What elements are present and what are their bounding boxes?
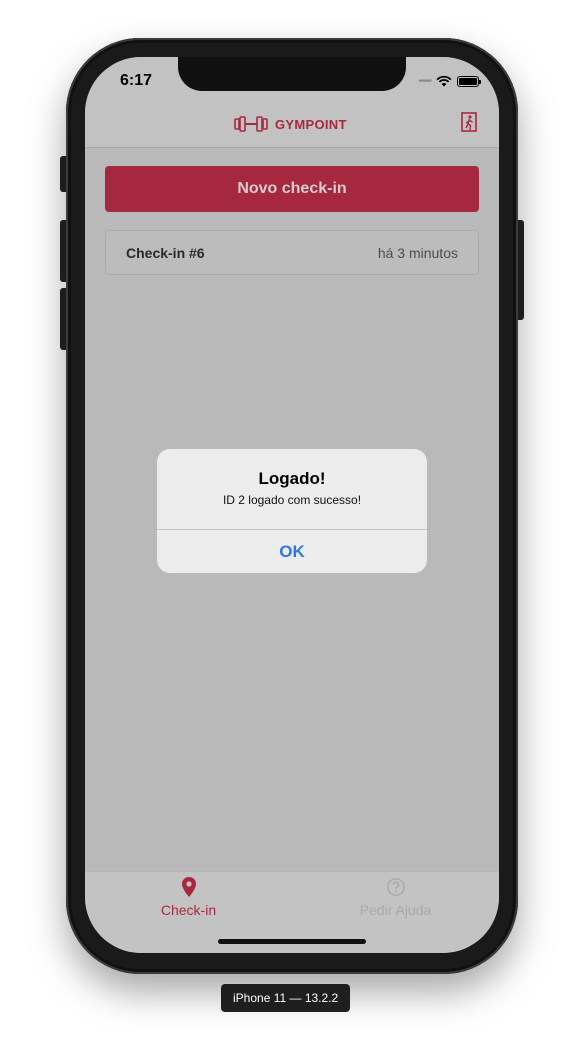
new-checkin-button[interactable]: Novo check-in bbox=[105, 166, 479, 212]
tab-checkin[interactable]: Check-in bbox=[85, 876, 292, 918]
alert-message: ID 2 logado com sucesso! bbox=[222, 493, 362, 507]
app-header: 6:17 ••••• GYMPOINT bbox=[85, 57, 499, 148]
tab-checkin-label: Check-in bbox=[160, 902, 217, 918]
notch bbox=[178, 57, 406, 91]
battery-icon bbox=[457, 75, 481, 87]
alert-title: Logado! bbox=[258, 469, 326, 488]
help-circle-icon bbox=[386, 878, 405, 896]
alert-ok-button[interactable]: OK bbox=[157, 530, 427, 573]
alert-dialog: Logado! ID 2 logado com sucesso! OK bbox=[157, 449, 427, 573]
brand-name: GYMPOINT bbox=[275, 116, 347, 132]
screen: 6:17 ••••• GYMPOINT Novo check-in Check-… bbox=[85, 57, 499, 953]
home-indicator[interactable] bbox=[218, 939, 366, 944]
tab-help-label: Pedir Ajuda bbox=[359, 902, 432, 918]
wifi-icon bbox=[436, 75, 452, 87]
exit-door-icon[interactable] bbox=[461, 112, 479, 132]
checkin-list-item: Check-in #6 há 3 minutos bbox=[105, 230, 479, 275]
dumbbell-icon bbox=[234, 116, 268, 132]
tab-help[interactable]: Pedir Ajuda bbox=[292, 876, 499, 918]
device-label: iPhone 11 — 13.2.2 bbox=[221, 984, 351, 1012]
checkin-time: há 3 minutos bbox=[377, 244, 458, 261]
status-icons: ••••• bbox=[418, 75, 481, 87]
brand-logo: GYMPOINT bbox=[233, 115, 347, 133]
map-pin-icon bbox=[181, 877, 196, 897]
status-time: 6:17 bbox=[120, 72, 153, 89]
checkin-title: Check-in #6 bbox=[126, 244, 205, 261]
signal-icon: ••••• bbox=[418, 75, 431, 87]
